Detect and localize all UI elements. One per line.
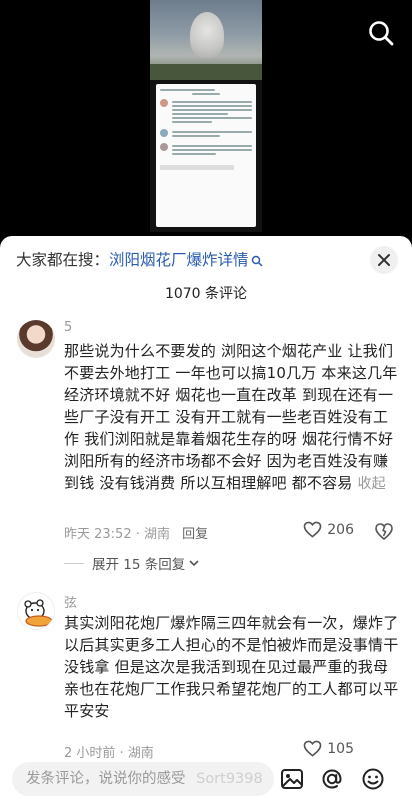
comment-item: 5 那些说为什么不要发的 浏阳这个烟花产业 让我们不要去外地打工 一年也可以搞1… [0,316,412,576]
heart-icon [303,521,322,538]
close-button[interactable] [370,246,398,274]
close-icon [378,254,390,266]
cartoon-avatar-icon [24,599,53,627]
video-thumbnail [150,0,262,232]
embedded-comment-screenshot [156,84,256,227]
expand-replies-label: 展开 15 条回复 [92,557,186,573]
sheet-header: 大家都在搜：浏阳烟花厂爆炸详情 [0,236,412,282]
comment-input[interactable]: 发条评论，说说你的感受 Sort9398 [12,762,274,796]
like-button[interactable]: 206 [303,521,354,538]
comment-time-location: 2 小时前 · 湖南 [64,746,154,761]
comment-meta: 2 小时前 · 湖南 [64,742,154,761]
at-icon [322,769,342,789]
search-hint-prefix: 大家都在搜： [16,251,110,269]
like-count: 206 [327,521,354,538]
search-icon [369,21,394,46]
dislike-button[interactable] [374,521,394,545]
comment-item: 弦 其实浏阳花炮厂爆炸隔三四年就会有一次，爆炸了以后其实更多工人担心的不是怕被炸… [0,588,412,761]
comment-text: 其实浏阳花炮厂爆炸隔三四年就会有一次，爆炸了以后其实更多工人担心的不是怕被炸而是… [64,614,399,720]
search-button[interactable] [366,18,396,48]
image-icon [281,769,303,789]
avatar[interactable] [17,592,55,630]
comment-input-bar: 发条评论，说说你的感受 Sort9398 [0,762,412,800]
expand-replies-button[interactable]: 展开 15 条回复 [64,553,200,573]
explosion-photo [150,0,262,80]
comment-username[interactable]: 5 [64,320,72,335]
image-button[interactable] [279,766,305,792]
comment-input-placeholder: 发条评论，说说你的感受 [26,771,186,787]
watermark: Sort9398 [196,771,263,787]
avatar[interactable] [17,320,55,358]
chevron-down-icon [189,560,199,567]
like-button[interactable]: 105 [303,740,354,757]
search-icon [251,255,262,266]
comment-text: 那些说为什么不要发的 浏阳这个烟花产业 让我们不要去外地打工 一年也可以搞10几… [64,342,398,492]
emoji-icon [362,768,384,790]
trending-search-link[interactable]: 大家都在搜：浏阳烟花厂爆炸详情 [16,248,263,270]
search-hint-query[interactable]: 浏阳烟花厂爆炸详情 [109,251,249,269]
comment-meta: 昨天 23:52 · 湖南 回复 [64,523,208,542]
like-count: 105 [327,740,354,757]
mention-button[interactable] [319,766,345,792]
comment-content[interactable]: 那些说为什么不要发的 浏阳这个烟花产业 让我们不要去外地打工 一年也可以搞10几… [64,340,402,495]
video-player[interactable] [0,0,412,236]
comment-time-location: 昨天 23:52 · 湖南 [64,527,170,542]
heart-icon [303,740,322,757]
comment-count: 1070 条评论 [164,286,248,302]
dislike-icon [375,523,393,541]
reply-button[interactable]: 回复 [182,527,208,542]
collapse-link[interactable]: 收起 [357,476,385,492]
comment-content[interactable]: 其实浏阳花炮厂爆炸隔三四年就会有一次，爆炸了以后其实更多工人担心的不是怕被炸而是… [64,612,402,722]
comment-username[interactable]: 弦 [64,592,77,611]
comment-sheet: 大家都在搜：浏阳烟花厂爆炸详情 1070 条评论 5 那些说为什么不要发的 浏阳… [0,236,412,800]
emoji-button[interactable] [360,766,386,792]
